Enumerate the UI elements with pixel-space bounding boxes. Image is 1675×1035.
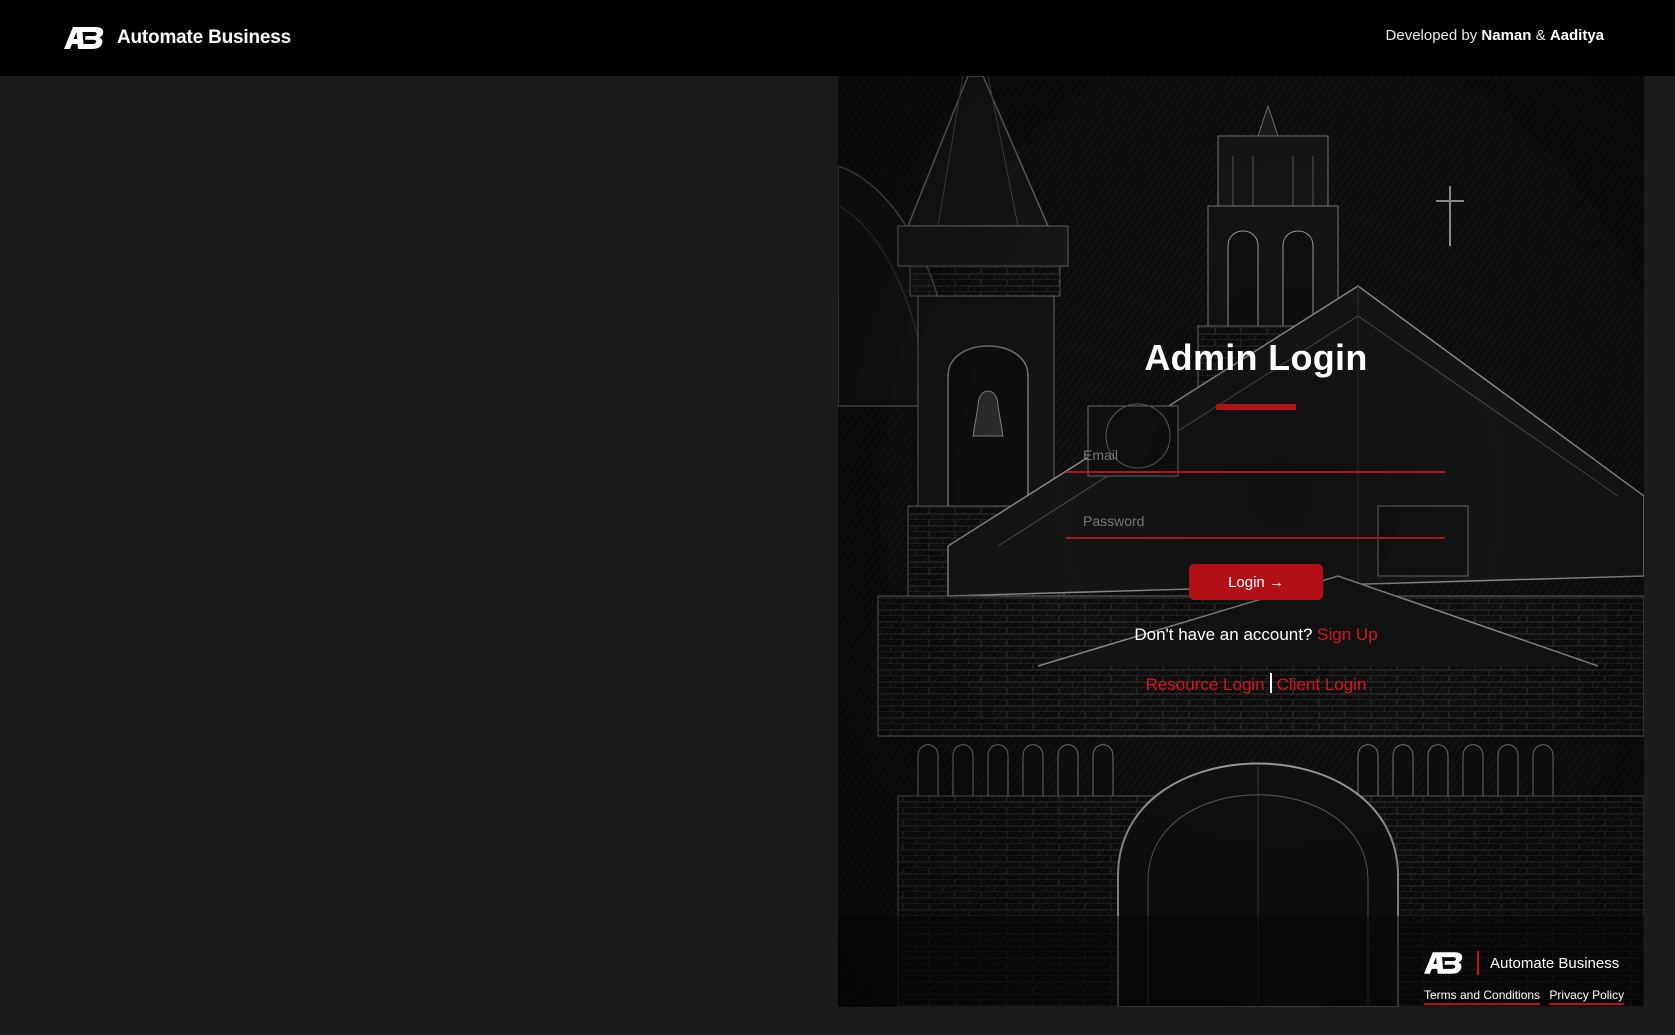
- brand-name: Automate Business: [117, 27, 291, 48]
- footer-divider: [1477, 951, 1479, 975]
- footer-brand-name: Automate Business: [1490, 954, 1620, 972]
- ab-logo-icon: [1424, 952, 1464, 974]
- password-field[interactable]: [1066, 505, 1445, 539]
- no-account-text: Don't have an account?: [1134, 625, 1313, 644]
- resource-login-link[interactable]: Resource Login: [1146, 675, 1265, 694]
- alternate-logins: Resource Login Client Login: [1056, 673, 1456, 695]
- brand[interactable]: Automate Business: [64, 22, 291, 54]
- credits-ampersand: &: [1535, 27, 1546, 44]
- background-image: [838, 76, 1644, 1007]
- footer-links: Terms and Conditions Privacy Policy: [1424, 988, 1630, 1005]
- credits-name-naman: Naman: [1481, 27, 1532, 44]
- credits-prefix: Developed by: [1385, 27, 1478, 44]
- signup-link[interactable]: Sign Up: [1317, 625, 1377, 644]
- developer-credits: Developed by Naman & Aaditya: [1386, 27, 1604, 44]
- page-title: Admin Login: [1144, 337, 1368, 378]
- footer-brand: Automate Business: [1424, 950, 1619, 976]
- title-underline: [1216, 404, 1296, 410]
- client-login-link[interactable]: Client Login: [1277, 675, 1367, 694]
- background-vignette: [838, 76, 1644, 1007]
- signup-prompt: Don't have an account? Sign Up: [1056, 625, 1456, 645]
- top-navbar: Automate Business Developed by Naman & A…: [0, 0, 1675, 76]
- login-button[interactable]: Login →: [1189, 564, 1323, 600]
- ab-logo-icon: [64, 27, 105, 49]
- email-field[interactable]: [1066, 439, 1445, 473]
- terms-link[interactable]: Terms and Conditions: [1424, 988, 1541, 1005]
- left-panel: [0, 76, 838, 1035]
- credits-name-aaditya: Aaditya: [1549, 27, 1604, 44]
- link-separator: [1269, 673, 1272, 693]
- privacy-link[interactable]: Privacy Policy: [1549, 988, 1625, 1005]
